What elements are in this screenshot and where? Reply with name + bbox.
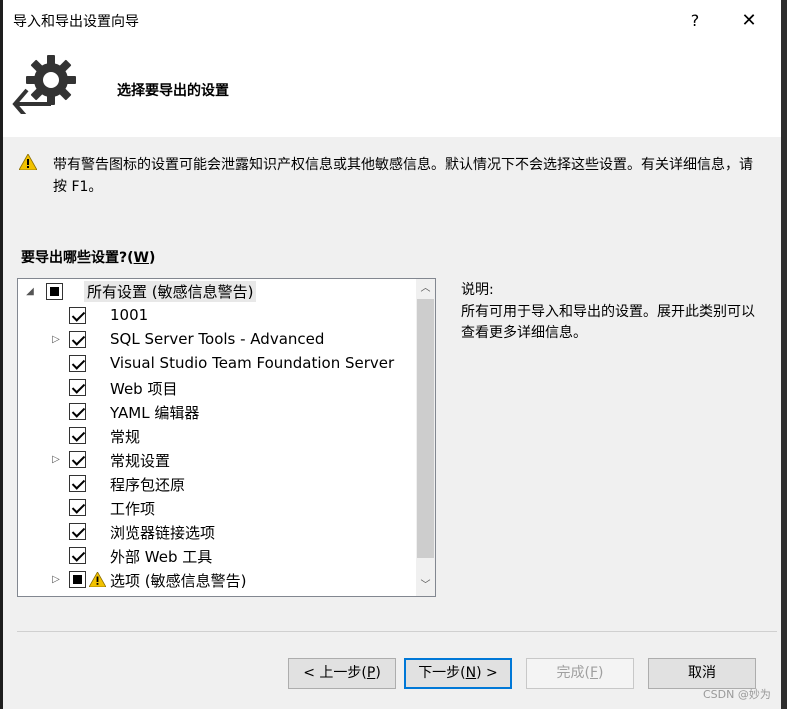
tree-item[interactable]: 外部 Web 工具 (18, 544, 413, 568)
tree-item[interactable]: 浏览器链接选项 (18, 520, 413, 544)
page-title: 选择要导出的设置 (117, 83, 229, 99)
tree-checkbox[interactable] (69, 427, 86, 444)
tree-item[interactable]: ▷ 选项 (敏感信息警告) (18, 568, 413, 592)
collapse-arrow-icon[interactable]: ◢ (24, 280, 36, 304)
next-button-accel: N (465, 665, 477, 681)
scroll-down-icon[interactable]: ﹀ (416, 576, 435, 596)
tree-item-label: SQL Server Tools - Advanced (110, 330, 325, 348)
tree-item-label: 1001 (110, 306, 149, 324)
back-button-label: < 上一步( (303, 665, 367, 681)
back-button[interactable]: < 上一步(P) (288, 658, 396, 689)
tree-item-label: 选项 (敏感信息警告) (110, 572, 247, 590)
wizard-dialog: 导入和导出设置向导 ? ✕ 选择要导出的设置 带有警告图标的设置可能会泄露知识产… (3, 0, 781, 709)
description-text: 所有可用于导入和导出的设置。展开此类别可以查看更多详细信息。 (461, 304, 755, 341)
tree-checkbox[interactable] (69, 379, 86, 396)
tree-item-label: 外部 Web 工具 (110, 548, 213, 566)
tree-item[interactable]: 工作项 (18, 496, 413, 520)
scrollbar-thumb[interactable] (417, 299, 434, 558)
tree-item-label: 工作项 (110, 500, 156, 518)
tree-scrollbar[interactable]: ︿ ﹀ (416, 279, 435, 596)
cancel-button-label: 取消 (688, 665, 716, 681)
export-gear-icon (12, 55, 76, 114)
tree-item-label: 常规 (110, 428, 141, 446)
settings-tree[interactable]: ◢ 所有设置 (敏感信息警告) 1001 ▷ SQL Server Tools … (17, 278, 436, 597)
settings-tree-label-text: 要导出哪些设置?( (21, 250, 134, 266)
tree-item[interactable]: ▷ SQL Server Tools - Advanced (18, 328, 413, 352)
tree-item-label: Web 项目 (110, 380, 178, 398)
tree-item-label: Visual Studio Team Foundation Server (110, 354, 395, 372)
expand-arrow-icon[interactable]: ▷ (50, 568, 62, 592)
tree-item-root[interactable]: ◢ 所有设置 (敏感信息警告) (18, 280, 413, 304)
window-title: 导入和导出设置向导 (13, 14, 139, 30)
finish-button-accel: F (589, 665, 599, 681)
tree-checkbox[interactable] (69, 403, 86, 420)
tree-item-label: 浏览器链接选项 (110, 524, 216, 542)
tree-item[interactable]: 常规 (18, 424, 413, 448)
settings-tree-label-accel: W (133, 250, 149, 266)
tree-item[interactable]: 1001 (18, 304, 413, 328)
tree-item-label: 常规设置 (110, 452, 171, 470)
finish-button-label: 完成( (556, 665, 590, 681)
tree-checkbox[interactable] (69, 355, 86, 372)
settings-tree-label-end: ) (148, 250, 156, 266)
finish-button[interactable]: 完成(F) (526, 658, 634, 689)
tree-item-label-root: 所有设置 (敏感信息警告) (84, 281, 257, 302)
tree-item[interactable]: YAML 编辑器 (18, 400, 413, 424)
expand-arrow-icon[interactable]: ▷ (50, 328, 62, 352)
tree-checkbox[interactable] (69, 523, 86, 540)
help-button[interactable]: ? (683, 9, 707, 33)
settings-tree-label: 要导出哪些设置?(W) (21, 247, 155, 267)
cancel-button[interactable]: 取消 (648, 658, 756, 689)
warning-icon (89, 572, 106, 587)
back-button-label-end: ) (375, 665, 381, 681)
tree-item[interactable]: Web 项目 (18, 376, 413, 400)
tree-item[interactable]: ▷ 常规设置 (18, 448, 413, 472)
tree-item-label: 程序包还原 (110, 476, 186, 494)
tree-item-label: YAML 编辑器 (110, 404, 200, 422)
tree-checkbox[interactable] (69, 571, 86, 588)
close-button[interactable]: ✕ (737, 9, 761, 33)
next-button-label: 下一步( (418, 665, 466, 681)
watermark: CSDN @妙为 (703, 688, 771, 701)
scroll-up-icon[interactable]: ︿ (416, 279, 435, 299)
next-button[interactable]: 下一步(N) > (404, 658, 512, 689)
footer-divider (17, 631, 777, 632)
tree-checkbox[interactable] (69, 331, 86, 348)
tree-checkbox[interactable] (69, 499, 86, 516)
tree-checkbox[interactable] (69, 547, 86, 564)
warning-icon (19, 154, 37, 170)
tree-item[interactable]: Visual Studio Team Foundation Server (18, 352, 413, 376)
tree-checkbox[interactable] (69, 451, 86, 468)
title-bar: 导入和导出设置向导 ? ✕ (3, 0, 781, 42)
tree-checkbox[interactable] (69, 307, 86, 324)
tree-checkbox[interactable] (69, 475, 86, 492)
tree-item[interactable]: 程序包还原 (18, 472, 413, 496)
description-title: 说明: (461, 282, 494, 298)
expand-arrow-icon[interactable]: ▷ (50, 448, 62, 472)
background-strip-right (781, 0, 787, 709)
tree-checkbox-root[interactable] (46, 283, 63, 300)
next-button-label-end: ) > (476, 665, 498, 681)
finish-button-label-end: ) (598, 665, 604, 681)
warning-message: 带有警告图标的设置可能会泄露知识产权信息或其他敏感信息。默认情况下不会选择这些设… (53, 157, 753, 195)
wizard-header: 选择要导出的设置 (3, 42, 781, 137)
